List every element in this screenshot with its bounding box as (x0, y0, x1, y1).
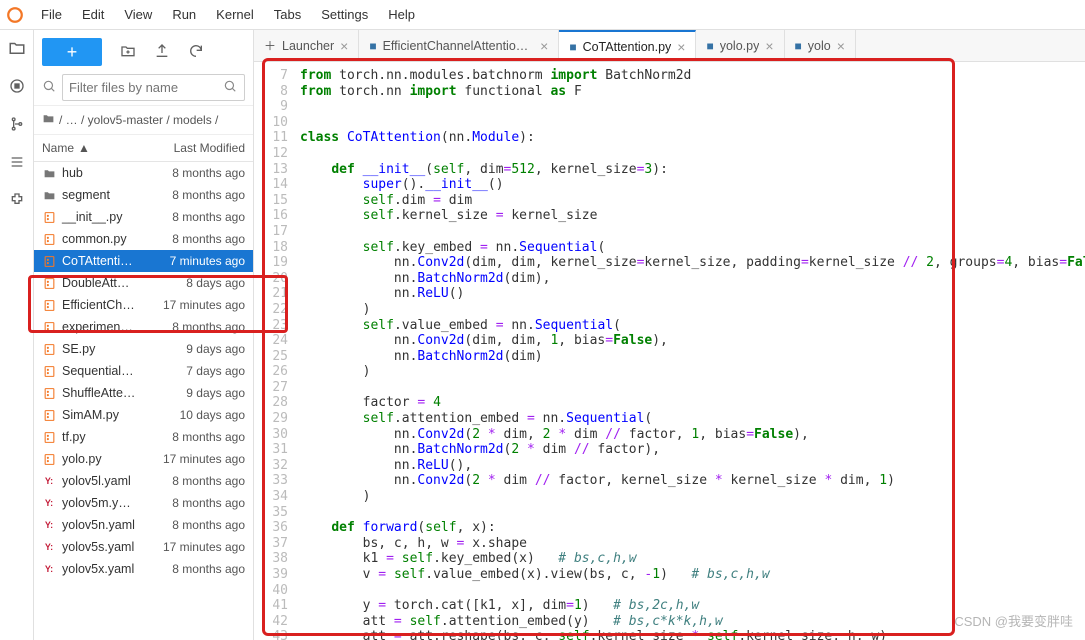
folder-icon[interactable] (7, 38, 27, 58)
code-body[interactable]: from torch.nn.modules.batchnorm import B… (296, 62, 1085, 640)
menu-tabs[interactable]: Tabs (264, 3, 311, 26)
upload-icon[interactable] (154, 43, 170, 62)
file-row[interactable]: Y:yolov5x.yaml8 months ago (34, 558, 253, 580)
menu-bar: FileEditViewRunKernelTabsSettingsHelp (0, 0, 1085, 30)
new-folder-icon[interactable] (120, 43, 136, 62)
file-row[interactable]: CoTAttenti…7 minutes ago (34, 250, 253, 272)
filter-icon (42, 79, 56, 96)
tab-bar: ＋Launcher×■EfficientChannelAttention.py×… (254, 30, 1085, 62)
filter-row (34, 74, 253, 105)
file-row[interactable]: tf.py8 months ago (34, 426, 253, 448)
folder-icon (42, 112, 55, 128)
menu-edit[interactable]: Edit (72, 3, 114, 26)
file-row[interactable]: Y:yolov5s.yaml17 minutes ago (34, 536, 253, 558)
file-row[interactable]: ShuffleAtte…9 days ago (34, 382, 253, 404)
new-launcher-button[interactable]: + (42, 38, 102, 66)
file-row[interactable]: __init__.py8 months ago (34, 206, 253, 228)
file-row[interactable]: common.py8 months ago (34, 228, 253, 250)
tab-efficientchannelattention-py[interactable]: ■EfficientChannelAttention.py× (359, 30, 559, 61)
file-row[interactable]: yolo.py17 minutes ago (34, 448, 253, 470)
file-toolbar: + (34, 30, 253, 74)
menu-view[interactable]: View (114, 3, 162, 26)
close-icon[interactable]: × (677, 39, 685, 55)
file-row[interactable]: experimen…8 months ago (34, 316, 253, 338)
close-icon[interactable]: × (837, 38, 845, 54)
file-row[interactable]: Sequential…7 days ago (34, 360, 253, 382)
file-list-header: Name ▲ Last Modified (34, 135, 253, 162)
close-icon[interactable]: × (765, 38, 773, 54)
tab-launcher[interactable]: ＋Launcher× (254, 30, 359, 61)
python-icon: ■ (369, 39, 376, 53)
line-gutter: 7891011121314151617181920212223242526272… (254, 62, 296, 640)
python-icon: ■ (795, 39, 802, 53)
file-row[interactable]: hub8 months ago (34, 162, 253, 184)
file-row[interactable]: EfficientCh…17 minutes ago (34, 294, 253, 316)
file-row[interactable]: segment8 months ago (34, 184, 253, 206)
menu-file[interactable]: File (31, 3, 72, 26)
git-icon[interactable] (7, 114, 27, 134)
jupyter-logo (5, 5, 25, 25)
refresh-icon[interactable] (188, 43, 204, 62)
file-list: hub8 months agosegment8 months ago__init… (34, 162, 253, 640)
menu-help[interactable]: Help (378, 3, 425, 26)
plus-icon: ＋ (264, 37, 276, 54)
menu-kernel[interactable]: Kernel (206, 3, 264, 26)
running-icon[interactable] (7, 76, 27, 96)
editor-area: ＋Launcher×■EfficientChannelAttention.py×… (254, 30, 1085, 640)
col-name[interactable]: Name (42, 141, 74, 155)
filter-input[interactable] (62, 74, 245, 101)
breadcrumb[interactable]: / … / yolov5-master / models / (34, 105, 253, 135)
extensions-icon[interactable] (7, 190, 27, 210)
close-icon[interactable]: × (340, 38, 348, 54)
file-row[interactable]: SimAM.py10 days ago (34, 404, 253, 426)
watermark: CSDN @我要变胖哇 (954, 611, 1073, 630)
python-icon: ■ (569, 40, 576, 54)
tab-cotattention-py[interactable]: ■CoTAttention.py× (559, 30, 696, 61)
python-icon: ■ (706, 39, 713, 53)
menu-run[interactable]: Run (162, 3, 206, 26)
activity-bar (0, 30, 34, 640)
tab-yolo[interactable]: ■yolo× (785, 30, 856, 61)
toc-icon[interactable] (7, 152, 27, 172)
file-row[interactable]: Y:yolov5n.yaml8 months ago (34, 514, 253, 536)
file-row[interactable]: SE.py9 days ago (34, 338, 253, 360)
sort-asc-icon: ▲ (78, 141, 90, 155)
col-modified[interactable]: Last Modified (174, 141, 245, 155)
file-row[interactable]: Y:yolov5l.yaml8 months ago (34, 470, 253, 492)
tab-yolo-py[interactable]: ■yolo.py× (696, 30, 784, 61)
file-browser: + / … / yolov5-master / models / Name ▲ … (34, 30, 254, 640)
code-editor[interactable]: 7891011121314151617181920212223242526272… (254, 62, 1085, 640)
file-row[interactable]: DoubleAtt…8 days ago (34, 272, 253, 294)
menu-settings[interactable]: Settings (311, 3, 378, 26)
close-icon[interactable]: × (540, 38, 548, 54)
file-row[interactable]: Y:yolov5m.y…8 months ago (34, 492, 253, 514)
